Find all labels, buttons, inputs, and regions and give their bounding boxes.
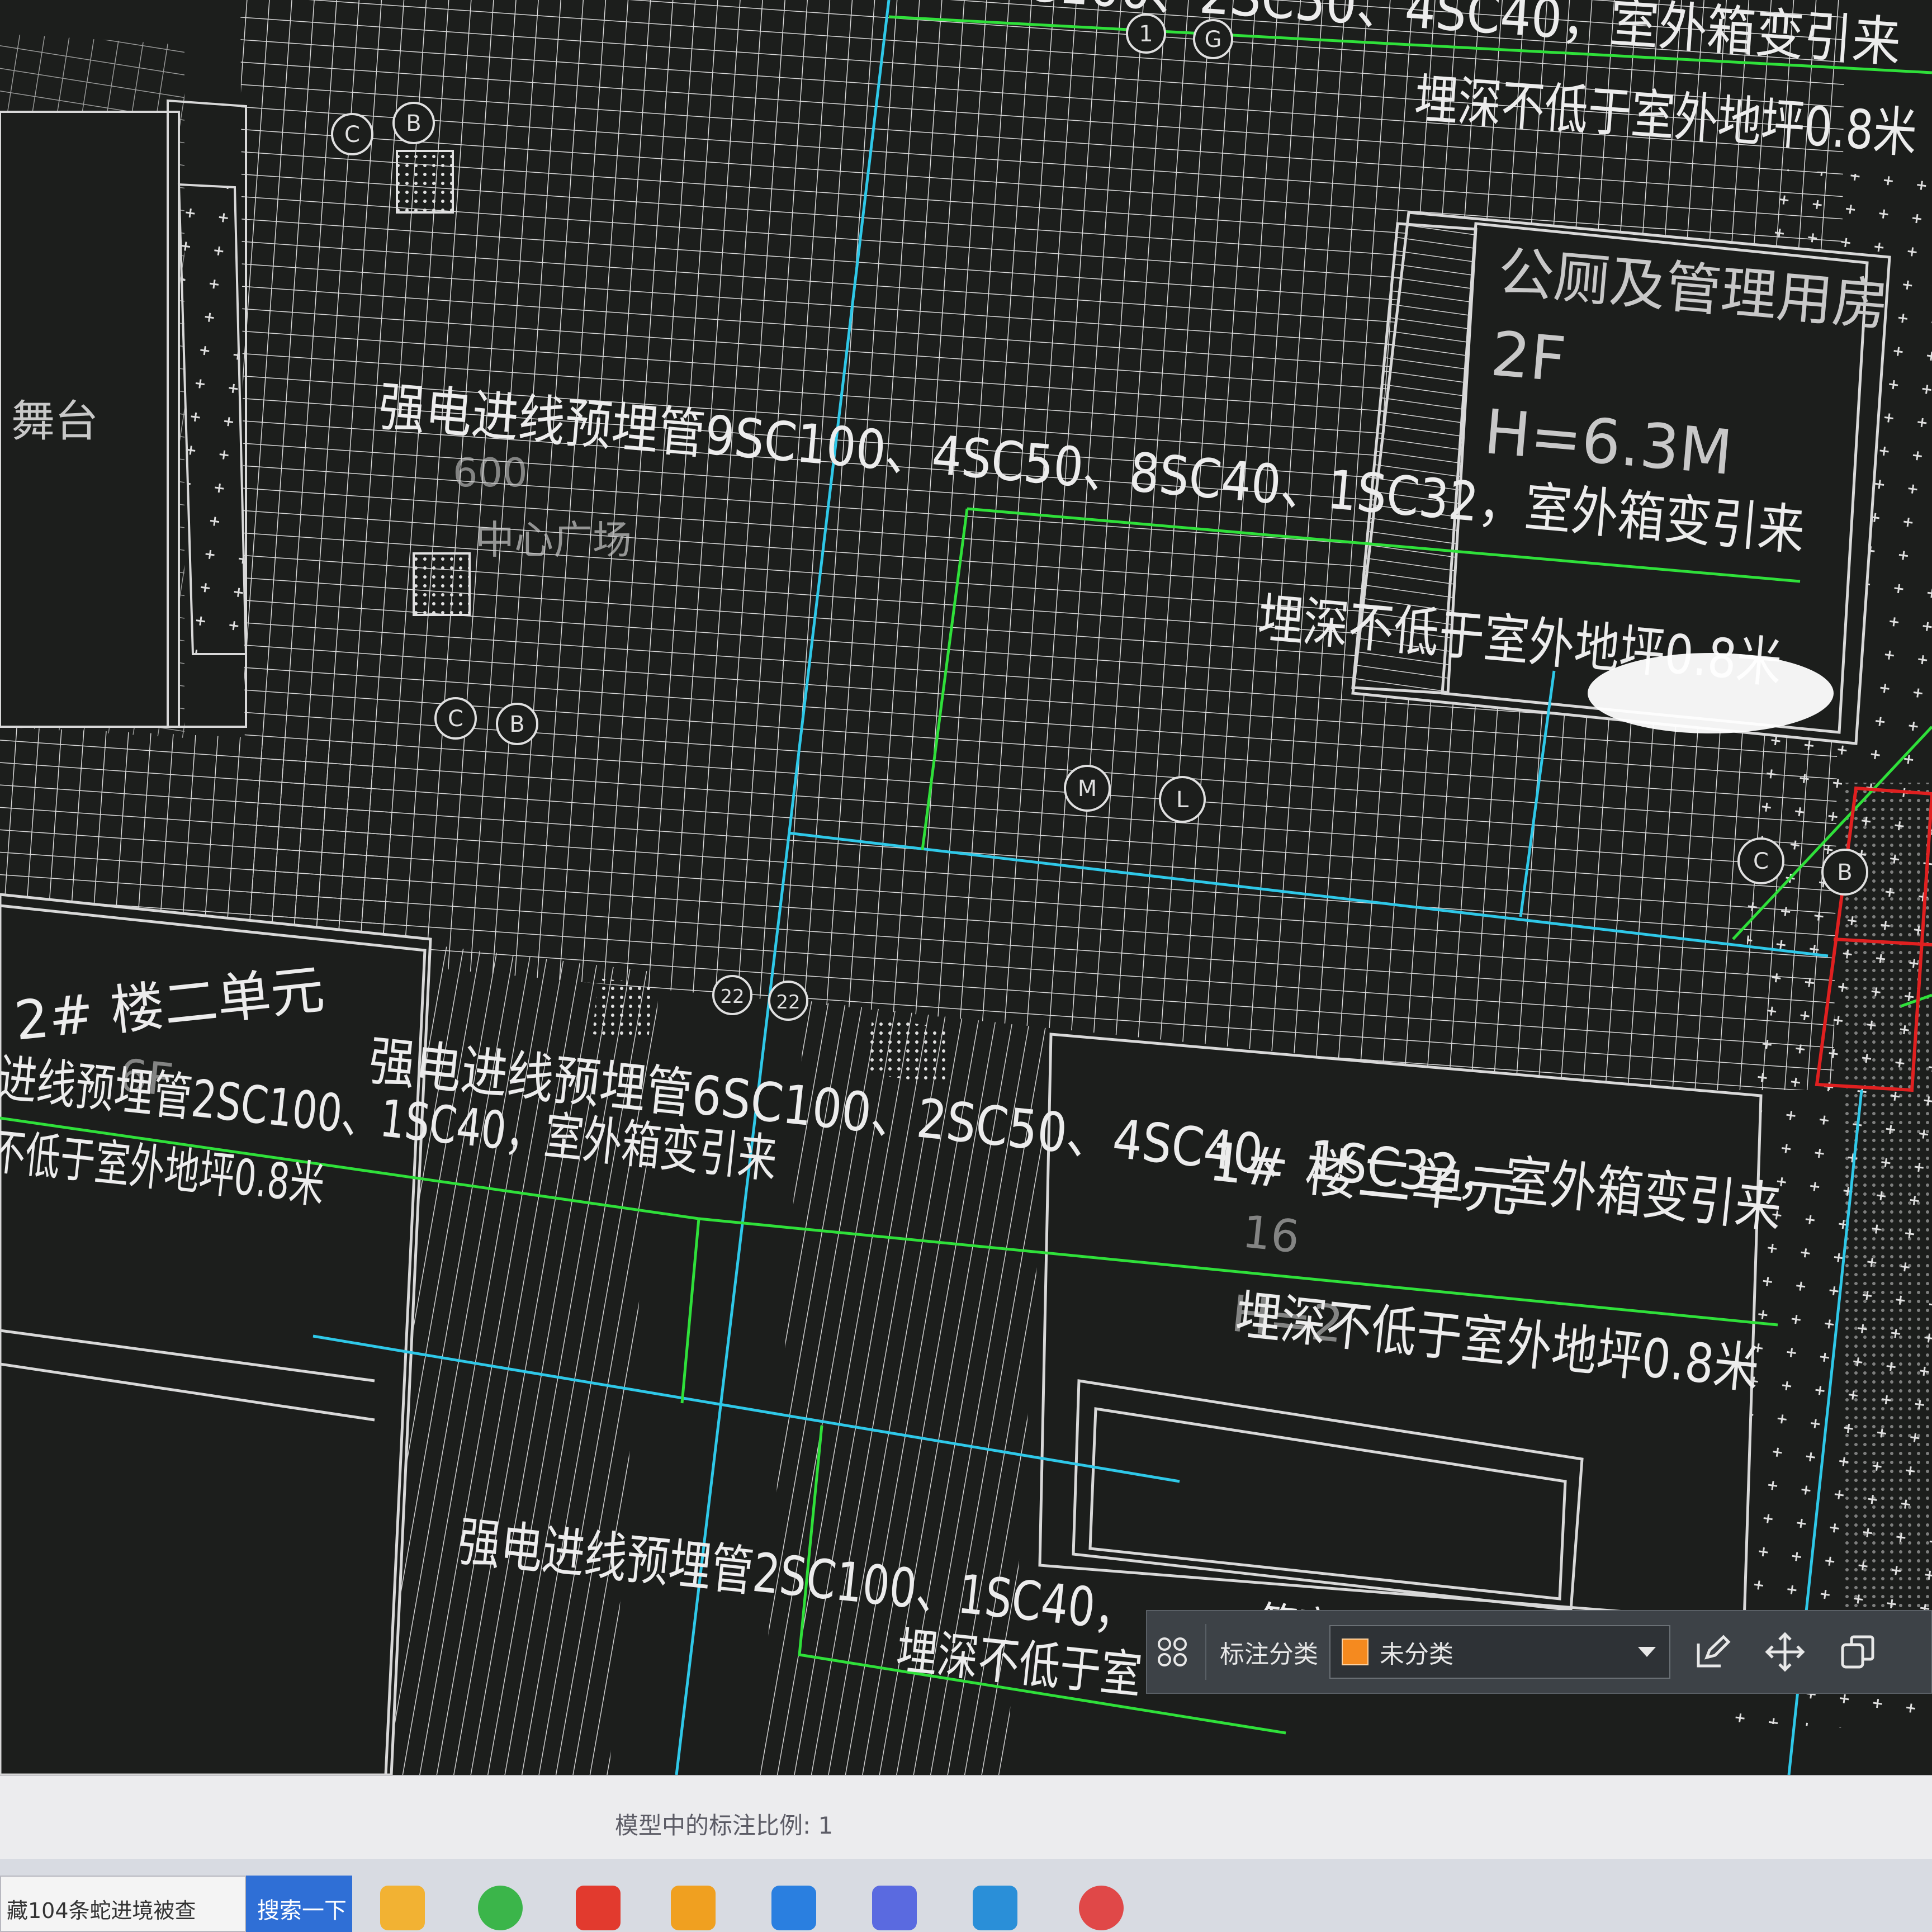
category-value: 未分类 (1380, 1640, 1453, 1669)
taskbar: 藏104条蛇进境被查 搜索一下 (0, 1859, 1932, 1932)
toolbar-separator (1205, 1624, 1206, 1680)
axis-bubble-label: 1 (1139, 21, 1153, 47)
stage-label: 舞台 (11, 396, 98, 447)
axis-bubble-label: C (1753, 849, 1769, 874)
screen-glare (1588, 653, 1834, 733)
file-explorer-icon[interactable] (380, 1886, 425, 1930)
wps-office-icon[interactable] (576, 1886, 621, 1930)
public-wc-floors: 2F (1488, 318, 1569, 395)
axis-bubble-label: L (1176, 787, 1189, 813)
axis-bubble-label: C (448, 706, 463, 732)
autocad-icon[interactable] (872, 1886, 917, 1930)
annotation-category-toolbar: 标注分类 未分类 (1146, 1610, 1932, 1694)
taskbar-search-button[interactable]: 搜索一下 (246, 1876, 352, 1932)
preview-app-icon[interactable] (771, 1886, 816, 1930)
category-color-swatch (1342, 1639, 1368, 1665)
chevron-down-icon (1638, 1647, 1656, 1657)
category-label: 标注分类 (1220, 1640, 1318, 1669)
axis-bubble-label: B (509, 712, 524, 737)
category-dropdown[interactable]: 未分类 (1329, 1625, 1670, 1679)
edit-icon[interactable] (1687, 1627, 1737, 1677)
plaza-label-center: 中心广场 (475, 517, 632, 563)
axis-bubble-label: G (1205, 27, 1222, 53)
axis-bubble-label: B (1837, 860, 1852, 886)
grid-menu-icon[interactable] (1147, 1627, 1197, 1677)
annotation-scale-status: 模型中的标注比例: 1 (615, 1812, 834, 1839)
folder-app-icon[interactable] (671, 1886, 716, 1930)
move-icon[interactable] (1760, 1627, 1810, 1677)
taskbar-search-input[interactable]: 藏104条蛇进境被查 (0, 1876, 246, 1932)
copy-icon[interactable] (1832, 1627, 1883, 1677)
plaza-label-600: 600 (453, 450, 528, 496)
axis-bubble-label: B (406, 111, 421, 136)
axis-bubble-label: C (344, 122, 360, 148)
cad-drawing-canvas[interactable]: 舞台 600 中心广场 公厕及管理用房 2F H=6.3M 2# 楼二单元 6F… (0, 0, 1932, 1775)
building-1-floors: 16 (1240, 1205, 1302, 1263)
axis-bubble-label: 22 (720, 986, 744, 1008)
status-bar: 模型中的标注比例: 1 (0, 1775, 1932, 1860)
axis-bubble-label: M (1078, 776, 1097, 802)
swirl-app-icon[interactable] (1079, 1886, 1124, 1930)
axis-bubble-label: 22 (776, 991, 800, 1014)
browser-e-icon[interactable] (478, 1886, 523, 1930)
cad-viewer-icon[interactable] (973, 1886, 1017, 1930)
